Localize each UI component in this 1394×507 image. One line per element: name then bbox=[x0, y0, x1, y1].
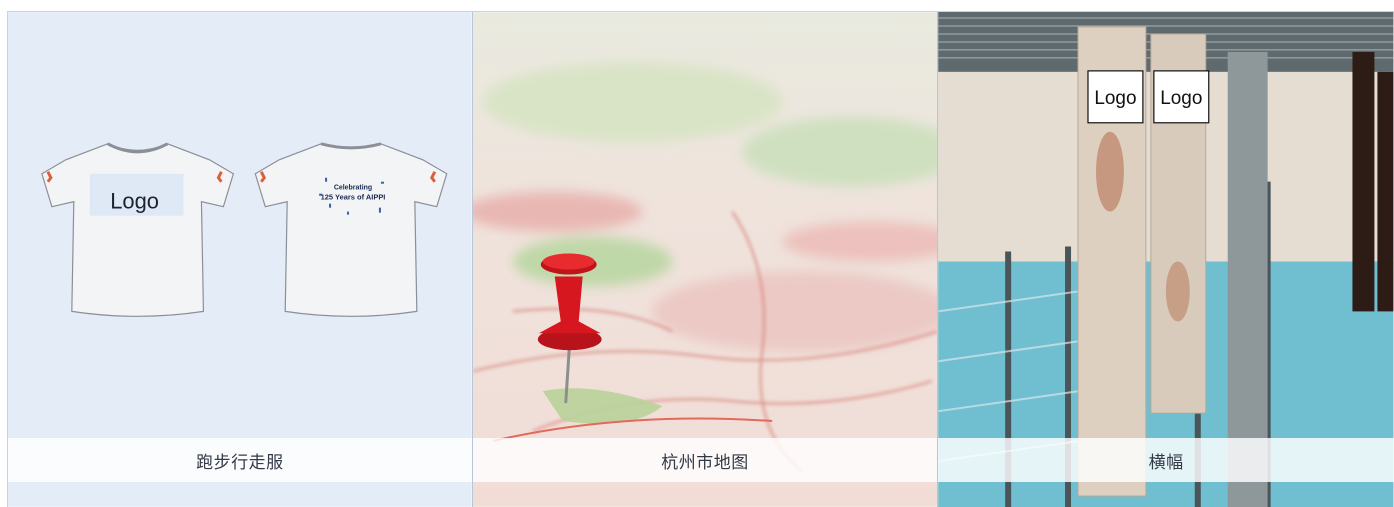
card-running-shirt[interactable]: Logo Celebrating 125 Years of AIPPI 跑步行走… bbox=[8, 12, 473, 507]
product-gallery: Logo Celebrating 125 Years of AIPPI 跑步行走… bbox=[7, 11, 1394, 507]
card-caption: 杭州市地图 bbox=[472, 438, 938, 482]
shirt-print-line-2: 125 Years of AIPPI bbox=[321, 193, 386, 202]
card-caption: 横幅 bbox=[938, 438, 1394, 482]
banner-logo-text-2: Logo bbox=[1161, 88, 1203, 109]
tshirt-image: Logo Celebrating 125 Years of AIPPI bbox=[8, 12, 472, 507]
card-city-map[interactable]: 杭州市地图 bbox=[472, 12, 939, 507]
card-banners[interactable]: Logo Logo 横幅 bbox=[938, 12, 1394, 507]
shirt-print-line-1: Celebrating bbox=[334, 185, 372, 192]
banner-image: Logo Logo bbox=[938, 12, 1394, 507]
shirt-logo-text: Logo bbox=[110, 189, 159, 214]
banner-logo-text-1: Logo bbox=[1095, 88, 1137, 109]
map-image bbox=[472, 12, 938, 507]
card-caption: 跑步行走服 bbox=[8, 438, 472, 482]
